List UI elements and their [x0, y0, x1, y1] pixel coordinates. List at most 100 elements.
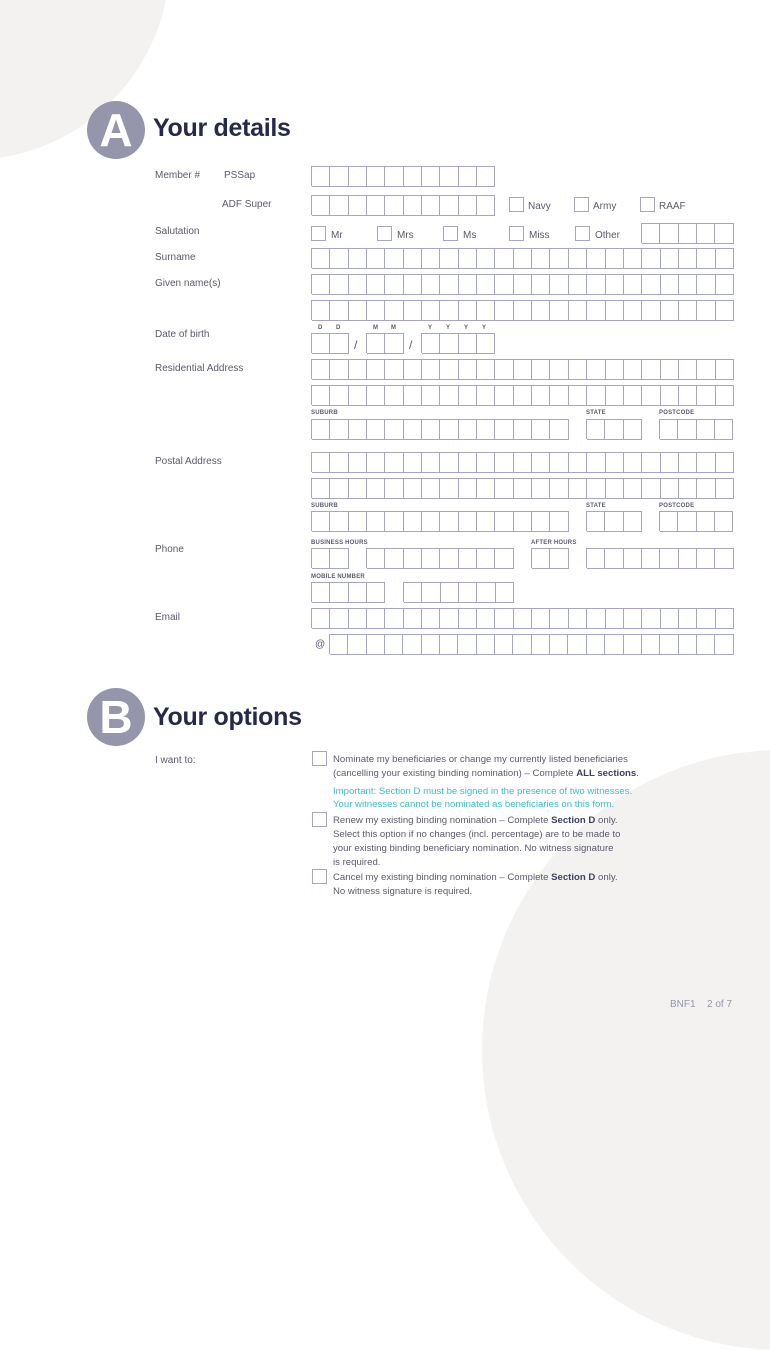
character-box[interactable] [330, 333, 349, 354]
character-box[interactable] [605, 478, 624, 499]
character-box[interactable] [715, 223, 734, 244]
character-box[interactable] [623, 511, 643, 532]
character-box[interactable] [531, 634, 551, 655]
character-box[interactable] [532, 608, 551, 629]
character-box[interactable] [348, 274, 368, 295]
character-box[interactable] [532, 274, 551, 295]
character-box[interactable] [587, 300, 606, 321]
character-box[interactable] [330, 385, 349, 406]
character-box[interactable] [367, 548, 386, 569]
character-box[interactable] [403, 300, 423, 321]
character-box[interactable] [477, 195, 496, 216]
character-box[interactable] [568, 248, 588, 269]
character-box[interactable] [678, 248, 698, 269]
mobile-prefix-input[interactable] [311, 582, 386, 603]
character-box[interactable] [550, 274, 569, 295]
character-box[interactable] [697, 300, 716, 321]
character-box[interactable] [422, 300, 441, 321]
character-box[interactable] [477, 608, 496, 629]
character-box[interactable] [642, 359, 661, 380]
character-box[interactable] [495, 511, 514, 532]
character-box[interactable] [403, 634, 422, 655]
character-box[interactable] [623, 359, 643, 380]
character-box[interactable] [348, 248, 368, 269]
character-box[interactable] [568, 608, 588, 629]
character-box[interactable] [312, 300, 331, 321]
character-box[interactable] [605, 419, 624, 440]
character-box[interactable] [532, 419, 551, 440]
character-box[interactable] [458, 634, 477, 655]
character-box[interactable] [403, 548, 423, 569]
character-box[interactable] [330, 195, 349, 216]
character-box[interactable] [587, 548, 606, 569]
character-box[interactable] [715, 300, 734, 321]
character-box[interactable] [330, 166, 349, 187]
dob-year-input[interactable] [421, 333, 496, 354]
character-box[interactable] [495, 359, 514, 380]
character-box[interactable] [605, 274, 624, 295]
character-box[interactable] [440, 419, 459, 440]
character-box[interactable] [587, 511, 606, 532]
other-salutation-input[interactable] [641, 223, 734, 244]
character-box[interactable] [422, 608, 441, 629]
character-box[interactable] [458, 333, 478, 354]
character-box[interactable] [312, 511, 331, 532]
army-checkbox[interactable] [574, 197, 589, 212]
character-box[interactable] [495, 300, 514, 321]
character-box[interactable] [385, 248, 404, 269]
character-box[interactable] [532, 300, 551, 321]
character-box[interactable] [458, 300, 478, 321]
character-box[interactable] [422, 478, 441, 499]
character-box[interactable] [678, 223, 698, 244]
character-box[interactable] [550, 634, 569, 655]
character-box[interactable] [623, 478, 643, 499]
miss-checkbox[interactable] [509, 226, 524, 241]
residential-address-line-1[interactable] [311, 359, 734, 380]
character-box[interactable] [330, 452, 349, 473]
mobile-number-input[interactable] [403, 582, 515, 603]
character-box[interactable] [605, 511, 624, 532]
character-box[interactable] [348, 300, 368, 321]
character-box[interactable] [697, 478, 716, 499]
postal-address-line-1[interactable] [311, 452, 734, 473]
character-box[interactable] [678, 548, 698, 569]
character-box[interactable] [312, 452, 331, 473]
character-box[interactable] [440, 166, 459, 187]
character-box[interactable] [458, 452, 478, 473]
character-box[interactable] [660, 223, 679, 244]
character-box[interactable] [348, 166, 368, 187]
character-box[interactable] [605, 634, 624, 655]
character-box[interactable] [678, 608, 698, 629]
character-box[interactable] [403, 359, 423, 380]
character-box[interactable] [715, 634, 734, 655]
character-box[interactable] [587, 248, 606, 269]
character-box[interactable] [422, 419, 441, 440]
option-renew-checkbox[interactable] [312, 812, 327, 827]
character-box[interactable] [458, 478, 478, 499]
character-box[interactable] [697, 608, 716, 629]
character-box[interactable] [660, 300, 679, 321]
character-box[interactable] [660, 452, 679, 473]
character-box[interactable] [660, 274, 679, 295]
character-box[interactable] [715, 452, 734, 473]
other-checkbox[interactable] [575, 226, 590, 241]
character-box[interactable] [458, 248, 478, 269]
character-box[interactable] [367, 333, 386, 354]
character-box[interactable] [422, 548, 441, 569]
character-box[interactable] [367, 478, 386, 499]
character-box[interactable] [403, 452, 423, 473]
character-box[interactable] [642, 608, 661, 629]
character-box[interactable] [642, 248, 661, 269]
business-hours-number-input[interactable] [366, 548, 514, 569]
character-box[interactable] [513, 608, 533, 629]
character-box[interactable] [440, 359, 459, 380]
character-box[interactable] [697, 248, 716, 269]
character-box[interactable] [586, 634, 606, 655]
given-names-input-line-2[interactable] [311, 300, 734, 321]
character-box[interactable] [495, 608, 514, 629]
character-box[interactable] [696, 634, 716, 655]
character-box[interactable] [587, 274, 606, 295]
character-box[interactable] [348, 634, 367, 655]
character-box[interactable] [440, 195, 459, 216]
character-box[interactable] [715, 608, 734, 629]
